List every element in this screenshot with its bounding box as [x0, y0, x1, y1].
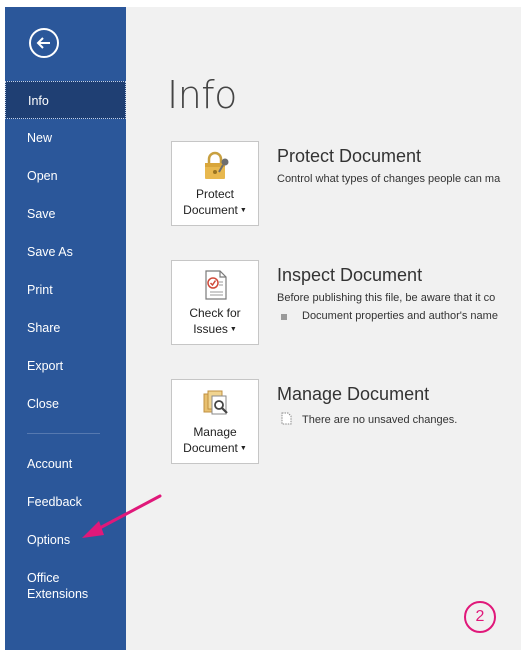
step-number-badge: 2: [464, 601, 496, 633]
pointer-arrow-annotation: [82, 494, 162, 538]
